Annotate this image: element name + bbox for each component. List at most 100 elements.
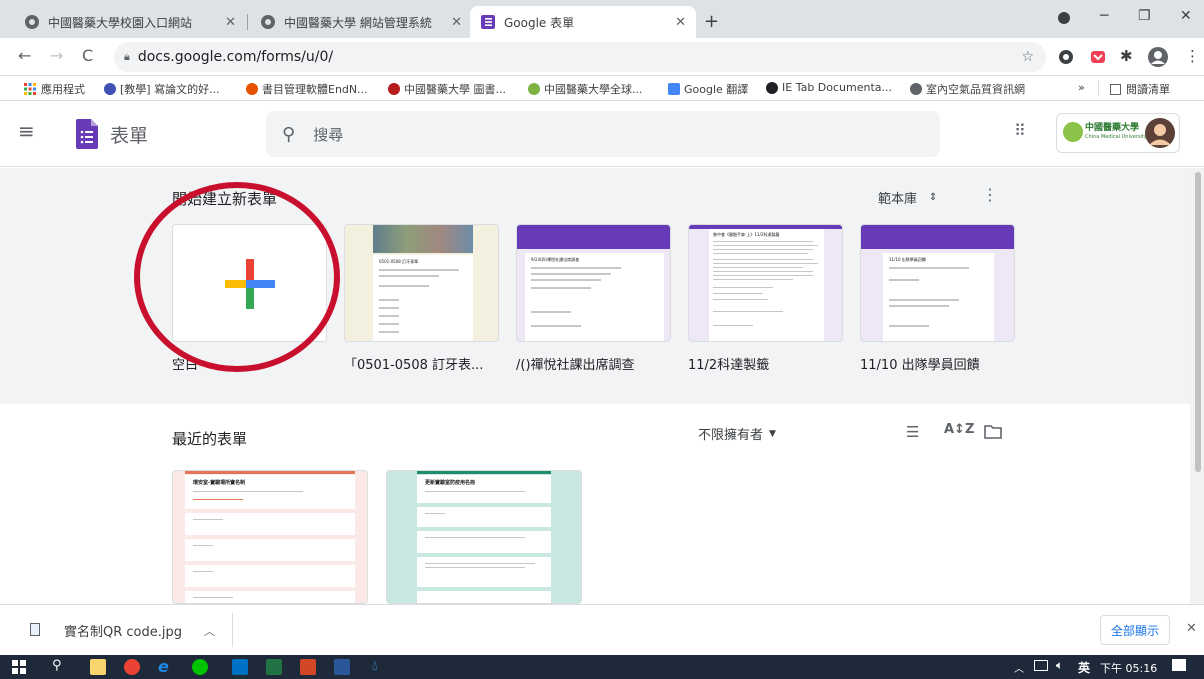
close-tab-icon[interactable]: ✕	[225, 15, 236, 30]
main-menu-icon[interactable]: ≡	[18, 119, 35, 143]
search-input[interactable]: 搜尋	[313, 124, 343, 145]
template-card[interactable]: 普中會《圓融手扉-上》11/2科達製籤	[688, 224, 843, 342]
template-gallery-button[interactable]: 範本庫 ⇕	[878, 188, 937, 207]
template-title: 「0501-0508 訂牙表...	[344, 358, 484, 373]
search-icon[interactable]: ⚲	[282, 124, 295, 145]
close-tab-icon[interactable]: ✕	[675, 15, 686, 30]
owner-filter-label: 不限擁有者	[698, 428, 764, 443]
bookmark-item[interactable]: 室內空氣品質資訊網	[910, 81, 1025, 97]
bookmarks-overflow-icon[interactable]: »	[1078, 81, 1085, 94]
volume-icon[interactable]: 🔈︎	[1056, 658, 1063, 673]
browser-tab[interactable]: 中國醫藥大學 網站管理系統 ✕	[250, 6, 472, 38]
lock-icon: 🔒︎	[124, 50, 130, 63]
line-icon[interactable]	[192, 659, 208, 675]
bookmark-label: 中國醫藥大學 圖書...	[404, 83, 506, 96]
thumb-title: 環安室-實驗場所實名制	[193, 480, 246, 486]
search-icon[interactable]: ⚲	[52, 658, 62, 673]
extension-icon[interactable]	[1058, 49, 1074, 65]
bookmark-label: 書目管理軟體EndN...	[262, 83, 368, 96]
bookmark-item[interactable]: 中國醫藥大學全球...	[528, 81, 643, 97]
windows-taskbar: ⚲ e 💧︎ ︿ 🔈︎ 英 下午 05:16	[0, 655, 1204, 679]
thumb-title: 更新實驗室防疫用名冊	[425, 480, 476, 486]
pocket-extension-icon[interactable]	[1090, 49, 1106, 65]
recent-form-card[interactable]: 環安室-實驗場所實名制	[172, 470, 368, 604]
reload-icon[interactable]: C	[82, 46, 93, 65]
powerpoint-icon[interactable]	[300, 659, 316, 675]
header-image	[373, 225, 473, 253]
profile-status-icon[interactable]	[1058, 12, 1070, 24]
template-card[interactable]: 11/10 出隊學員回饋	[860, 224, 1015, 342]
browser-menu-icon[interactable]: ⋮	[1185, 47, 1200, 65]
windows-start-icon[interactable]	[12, 660, 26, 674]
template-card[interactable]: 0501-0508 訂牙表單	[344, 224, 499, 342]
folder-icon[interactable]	[984, 424, 1002, 439]
restore-icon[interactable]: ❐	[1138, 8, 1151, 24]
bookmark-apps[interactable]: 應用程式	[24, 81, 85, 97]
tray-chevron-icon[interactable]: ︿	[1014, 660, 1024, 675]
back-icon[interactable]: ←	[18, 46, 31, 65]
more-options-icon[interactable]: ⋮	[982, 185, 998, 204]
template-card[interactable]: 9/24(四)禪悅社課出席調查	[516, 224, 671, 342]
thumb-title: 普中會《圓融手扉-上》11/2科達製籤	[713, 232, 780, 237]
bookmark-item[interactable]: IE Tab Documenta...	[766, 81, 892, 94]
browser-tab[interactable]: 中國醫藥大學校園入口網站 ✕	[14, 6, 246, 38]
notification-center-icon[interactable]	[1172, 659, 1186, 671]
bookmark-item[interactable]: 中國醫藥大學 圖書...	[388, 81, 506, 97]
outlook-icon[interactable]	[232, 659, 248, 675]
reading-list-button[interactable]: 閱讀清單	[1110, 81, 1170, 97]
annotation-circle	[134, 182, 340, 372]
download-filename[interactable]: 實名制QR code.jpg	[64, 621, 182, 640]
file-explorer-icon[interactable]	[90, 659, 106, 675]
chrome-icon[interactable]	[124, 659, 140, 675]
list-view-icon[interactable]: ☰	[906, 423, 919, 441]
sort-az-icon[interactable]: A↕Z	[944, 422, 974, 437]
recent-form-card[interactable]: 更新實驗室防疫用名冊	[386, 470, 582, 604]
show-all-button[interactable]: 全部顯示	[1100, 615, 1170, 645]
tab-divider	[247, 14, 248, 30]
google-apps-icon[interactable]: ⠿	[1014, 121, 1026, 140]
account-switcher[interactable]: 中國醫藥大學 China Medical University	[1056, 113, 1180, 153]
ime-indicator[interactable]: 英	[1078, 659, 1090, 676]
image-file-icon	[30, 623, 40, 636]
app-title: 表單	[110, 125, 149, 147]
forms-logo-icon	[76, 119, 98, 149]
form-preview: 普中會《圓融手扉-上》11/2科達製籤	[709, 229, 824, 341]
thumb-title: 9/24(四)禪悅社課出席調查	[531, 257, 580, 262]
close-download-bar-icon[interactable]: ✕	[1186, 621, 1197, 636]
apps-grid-icon	[24, 83, 36, 95]
address-bar[interactable]: 🔒︎ docs.google.com/forms/u/0/ ☆	[114, 42, 1046, 72]
profile-avatar-icon[interactable]	[1148, 47, 1168, 67]
form-field	[417, 557, 551, 587]
internet-explorer-icon[interactable]: e	[158, 657, 169, 676]
reading-list-icon	[1110, 83, 1121, 95]
forward-icon[interactable]: →	[50, 46, 63, 65]
university-icon	[528, 83, 540, 95]
droplet-app-icon[interactable]: 💧︎	[372, 658, 378, 674]
owner-filter-dropdown[interactable]: 不限擁有者 ▼	[698, 424, 776, 443]
browser-tab-active[interactable]: Google 表單 ✕	[470, 6, 696, 38]
scrollbar-thumb[interactable]	[1195, 172, 1201, 472]
extensions-puzzle-icon[interactable]: ✱	[1120, 47, 1133, 65]
user-avatar[interactable]	[1145, 118, 1175, 148]
bookmark-item[interactable]: 書目管理軟體EndN...	[246, 81, 368, 97]
bookmark-star-icon[interactable]: ☆	[1021, 49, 1034, 65]
thumb-title: 11/10 出隊學員回饋	[889, 257, 926, 262]
search-bar[interactable]: ⚲ 搜尋	[266, 111, 940, 157]
chevron-up-icon[interactable]: ︿	[204, 623, 215, 639]
close-tab-icon[interactable]: ✕	[451, 15, 462, 30]
clock[interactable]: 下午 05:16	[1100, 660, 1157, 676]
form-preview: 9/24(四)禪悅社課出席調查	[525, 253, 664, 341]
bookmark-item[interactable]: Google 翻譯	[668, 81, 748, 97]
form-field	[185, 539, 355, 561]
form-field	[185, 565, 355, 587]
network-icon[interactable]	[1034, 660, 1048, 671]
close-window-icon[interactable]: ✕	[1180, 8, 1192, 24]
template-gallery: 開始建立新表單 範本庫 ⇕ ⋮ 空白 0501-0508 訂牙表單 「0501-…	[0, 168, 1190, 404]
thumb-title: 0501-0508 訂牙表單	[379, 259, 419, 264]
bookmark-divider	[1098, 80, 1099, 96]
minimize-icon[interactable]: ─	[1100, 8, 1108, 24]
word-icon[interactable]	[334, 659, 350, 675]
excel-icon[interactable]	[266, 659, 282, 675]
bookmark-item[interactable]: [教學] 寫論文的好...	[104, 81, 220, 97]
new-tab-icon[interactable]: +	[704, 11, 719, 32]
